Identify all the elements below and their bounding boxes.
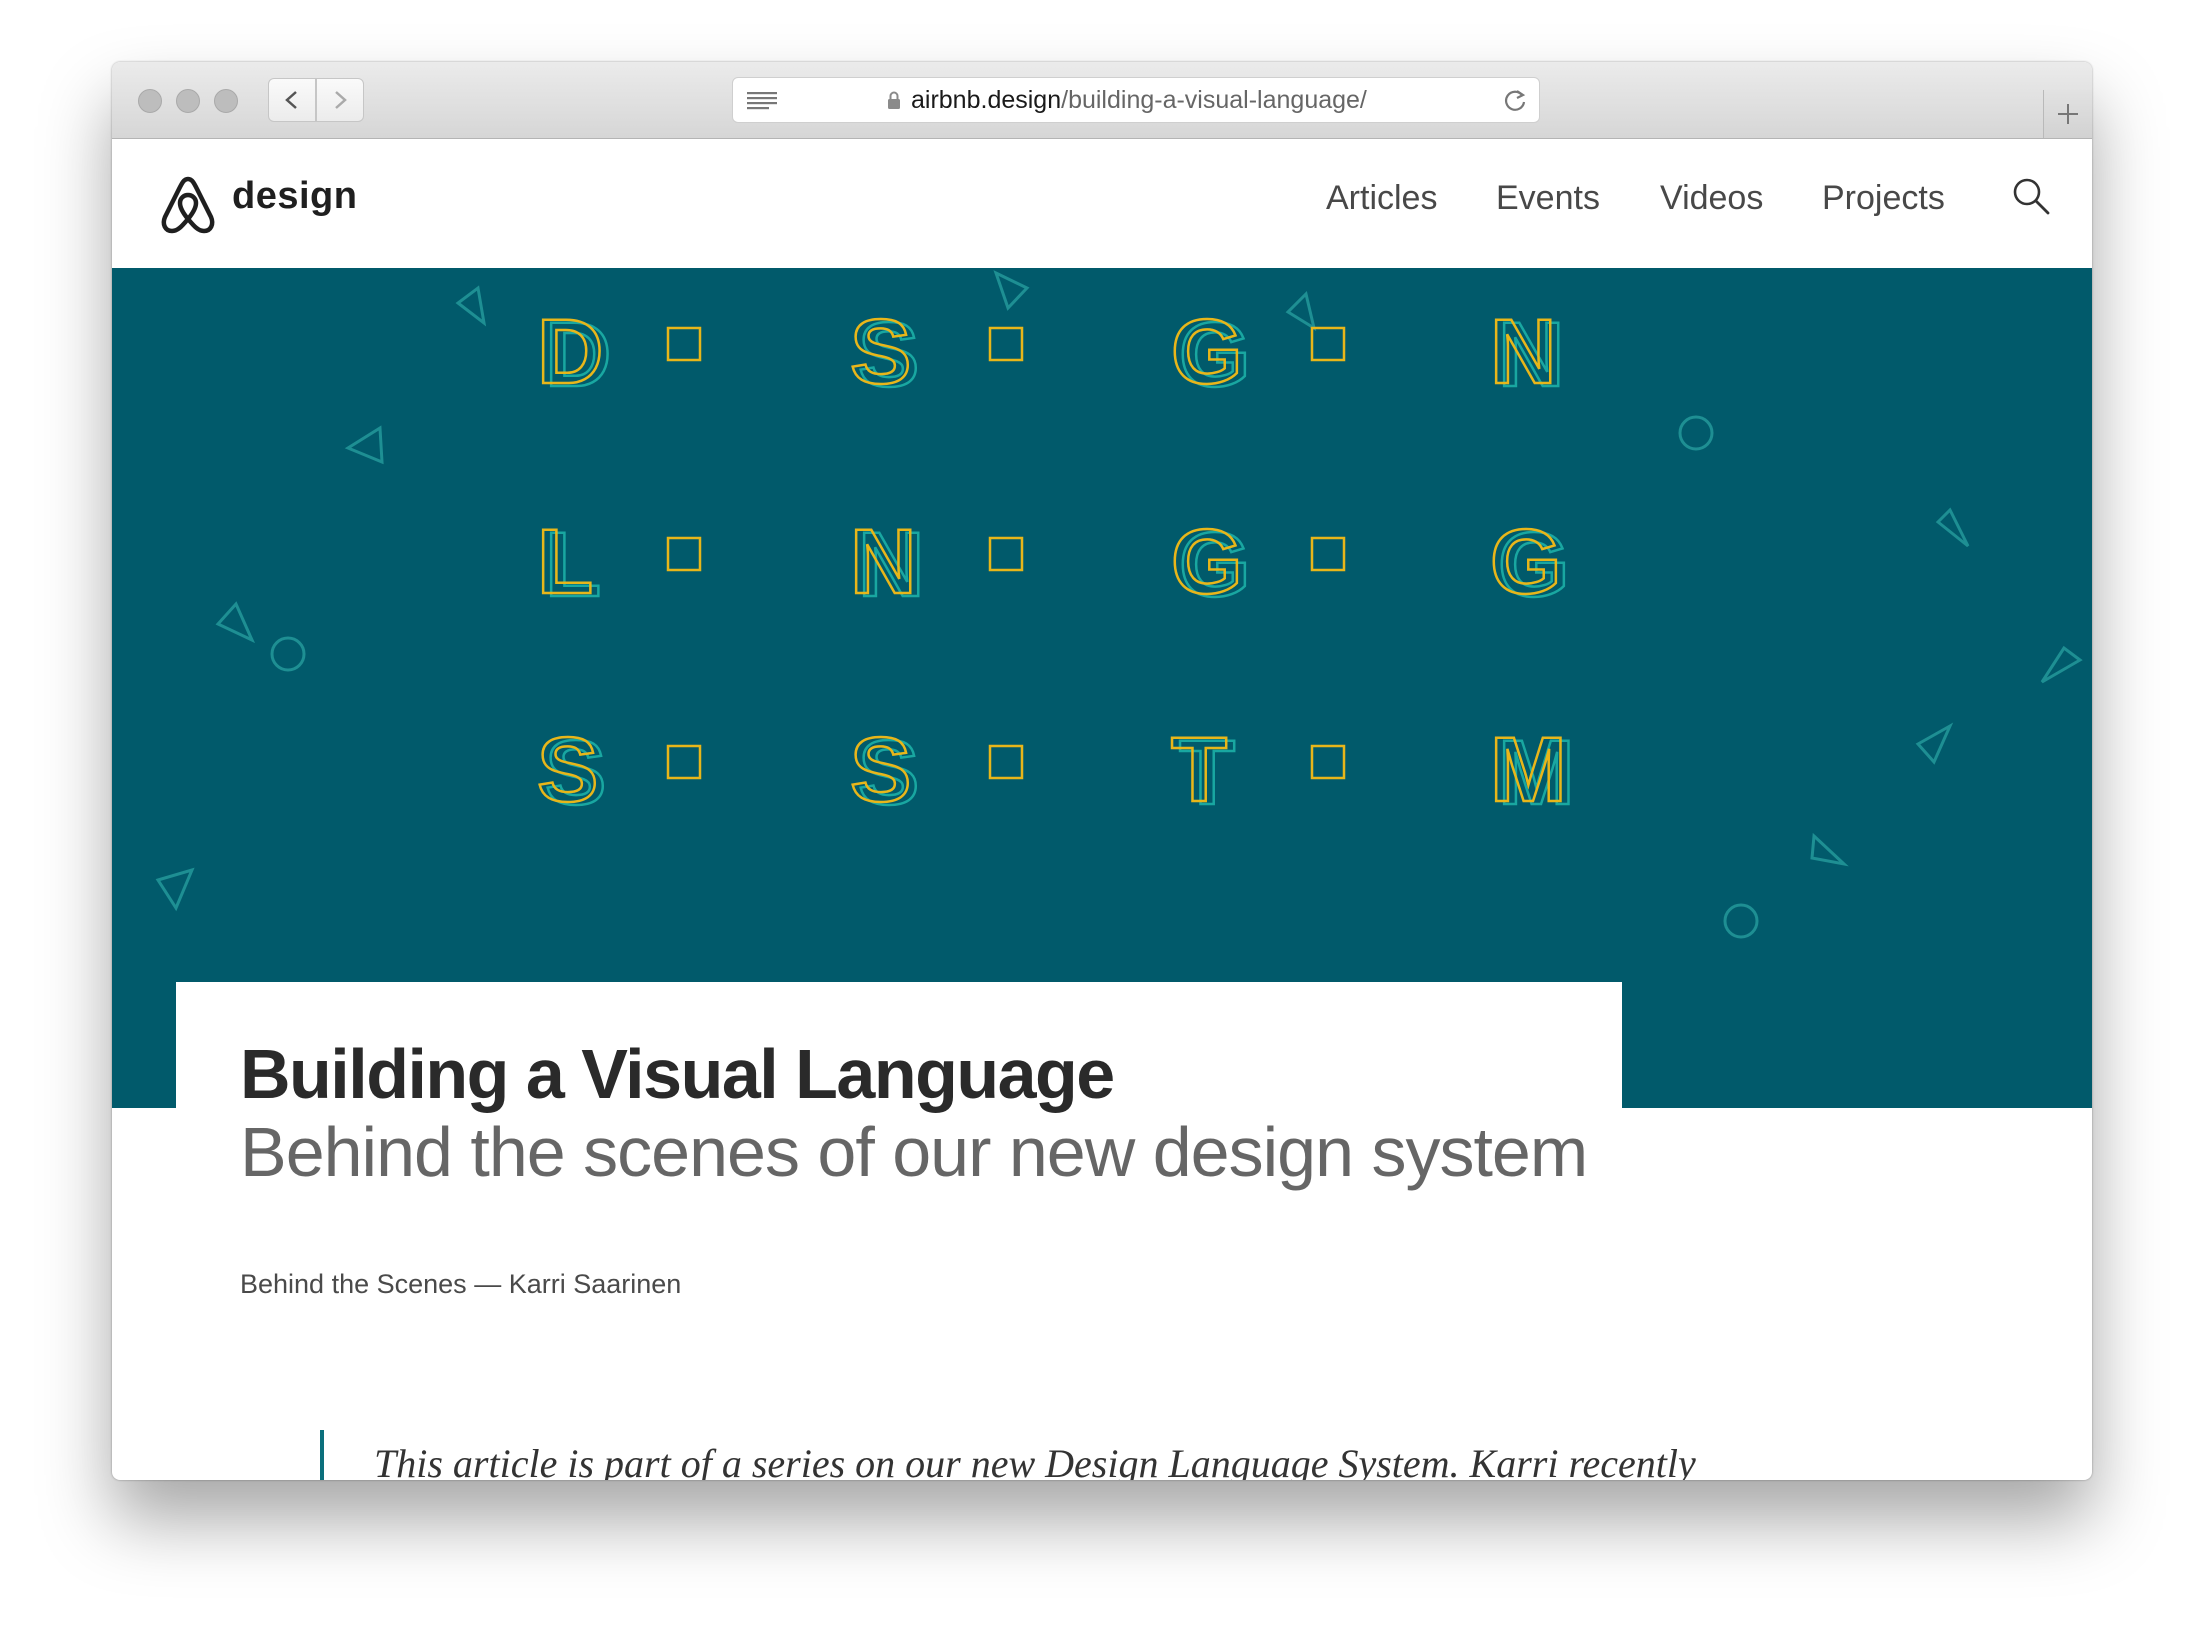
url-host: airbnb.design	[911, 86, 1062, 114]
search-icon[interactable]	[2012, 177, 2052, 217]
hero-square	[666, 326, 702, 362]
logo-wordmark[interactable]: design	[232, 175, 357, 218]
decor-triangle	[993, 270, 1030, 311]
airbnb-logo-icon[interactable]	[159, 175, 217, 235]
lock-icon	[888, 91, 900, 109]
byline-separator: —	[474, 1269, 502, 1299]
url-path: /building-a-visual-language/	[1061, 86, 1367, 114]
author-link[interactable]: Karri Saarinen	[509, 1269, 682, 1299]
url-text: airbnb.design/building-a-visual-language…	[911, 78, 1431, 122]
hero-letter: S	[537, 719, 598, 821]
byline: Behind the Scenes — Karri Saarinen	[240, 1269, 681, 1300]
hero-square	[1310, 536, 1346, 572]
zoom-window-button[interactable]	[214, 89, 238, 113]
site-header: design Articles Events Videos Projects	[112, 139, 2092, 268]
minimize-window-button[interactable]	[176, 89, 200, 113]
decor-circle	[1723, 903, 1759, 939]
hero-letter: T	[1171, 719, 1227, 821]
hero-square	[666, 536, 702, 572]
hero-letter: N	[1490, 301, 1556, 403]
hero-square	[1310, 326, 1346, 362]
browser-toolbar: airbnb.design/building-a-visual-language…	[112, 62, 2092, 139]
chevron-left-icon	[285, 91, 297, 109]
page-title: Building a Visual Language	[240, 1035, 1115, 1113]
page-subtitle: Behind the scenes of our new design syst…	[240, 1113, 1588, 1191]
hero-square	[988, 536, 1024, 572]
hero-square	[988, 326, 1024, 362]
hero-letter: S	[850, 301, 911, 403]
decor-triangle	[215, 601, 256, 644]
decor-triangle	[1810, 832, 1849, 867]
decor-triangle	[155, 867, 195, 912]
hero-square	[666, 744, 702, 780]
reload-icon[interactable]	[1503, 88, 1527, 114]
hero-square	[1310, 744, 1346, 780]
decor-triangle	[455, 285, 487, 327]
hero-letter: M	[1490, 719, 1567, 821]
address-bar[interactable]: airbnb.design/building-a-visual-language…	[732, 77, 1540, 123]
hero-letter: S	[850, 719, 911, 821]
close-window-button[interactable]	[138, 89, 162, 113]
reader-view-icon[interactable]	[747, 91, 779, 111]
hero-letter: L	[537, 511, 593, 613]
plus-icon	[2058, 104, 2078, 124]
intro-blockquote: This article is part of a series on our …	[374, 1441, 1696, 1480]
hero-letter: G	[1171, 511, 1243, 613]
browser-window: airbnb.design/building-a-visual-language…	[112, 62, 2092, 1480]
back-button[interactable]	[268, 78, 316, 122]
blockquote-bar	[320, 1430, 324, 1480]
forward-button[interactable]	[316, 78, 364, 122]
nav-projects[interactable]: Projects	[1822, 179, 1945, 218]
decor-triangle	[344, 425, 384, 465]
decor-circle	[1678, 415, 1714, 451]
decor-circle	[270, 636, 306, 672]
decor-triangle	[2040, 645, 2083, 684]
new-tab-button[interactable]	[2043, 90, 2092, 138]
hero-letter: N	[850, 511, 916, 613]
nav-events[interactable]: Events	[1496, 179, 1600, 218]
decor-triangle	[1935, 507, 1970, 548]
category-link[interactable]: Behind the Scenes	[240, 1269, 467, 1299]
hero-square	[988, 744, 1024, 780]
hero-letter: G	[1171, 301, 1243, 403]
decor-triangle	[1285, 291, 1317, 332]
nav-videos[interactable]: Videos	[1660, 179, 1763, 218]
decor-triangle	[1915, 722, 1954, 765]
hero-letter: G	[1490, 511, 1562, 613]
chevron-right-icon	[335, 91, 347, 109]
hero-letter: D	[537, 301, 603, 403]
nav-articles[interactable]: Articles	[1326, 179, 1437, 218]
